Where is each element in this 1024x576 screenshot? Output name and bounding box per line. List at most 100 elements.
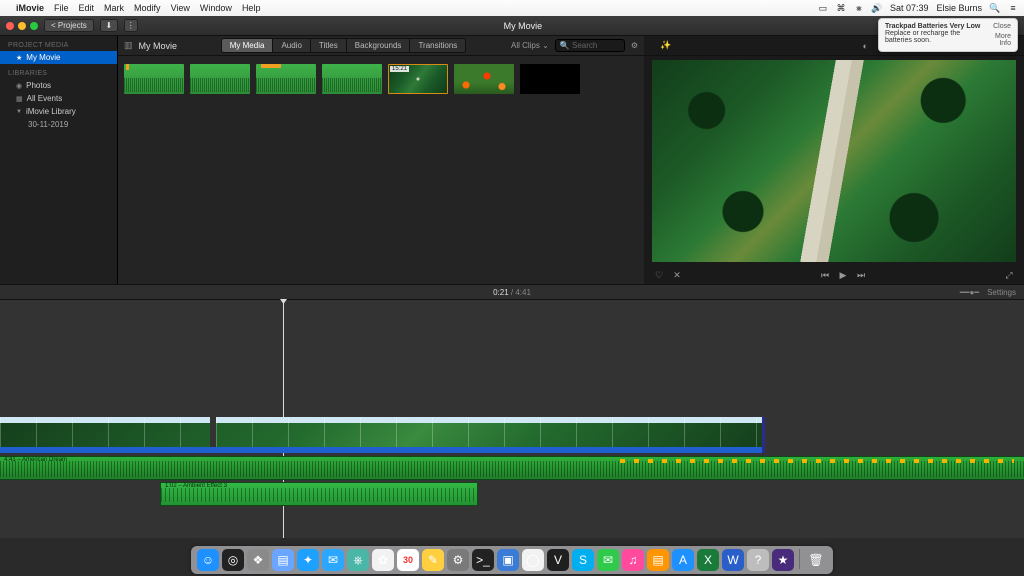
- menu-modify[interactable]: Modify: [134, 3, 161, 13]
- window-title: My Movie: [144, 21, 902, 31]
- spotlight-icon[interactable]: 🔍: [990, 3, 1000, 13]
- wifi-icon[interactable]: ⨳: [854, 3, 864, 13]
- dock-app-imovie[interactable]: ★: [772, 549, 794, 571]
- window-zoom-button[interactable]: [30, 22, 38, 30]
- browser-tabs: My Media Audio Titles Backgrounds Transi…: [177, 38, 511, 53]
- dock-app-itunes[interactable]: ♫: [622, 549, 644, 571]
- dock-app-word[interactable]: W: [722, 549, 744, 571]
- toolbar-extra-button[interactable]: ⋮: [124, 19, 138, 32]
- window-minimize-button[interactable]: [18, 22, 26, 30]
- timeline-header: 0:21 / 4:41 ━━●━ Settings: [0, 284, 1024, 300]
- workspace: Project Media My Movie Libraries Photos …: [0, 36, 1024, 284]
- tab-transitions[interactable]: Transitions: [409, 38, 466, 53]
- tab-backgrounds[interactable]: Backgrounds: [346, 38, 411, 53]
- preview-viewer[interactable]: [652, 60, 1016, 262]
- dock-app-photos[interactable]: ✿: [372, 549, 394, 571]
- clip-audio-3[interactable]: [256, 64, 316, 94]
- menu-mark[interactable]: Mark: [104, 3, 124, 13]
- browser-toolbar: ▥ My Movie My Media Audio Titles Backgro…: [118, 36, 644, 56]
- dock-app-siri[interactable]: ◎: [222, 549, 244, 571]
- dock-app-help[interactable]: ?: [747, 549, 769, 571]
- video-track[interactable]: [0, 417, 762, 447]
- menubar-clock[interactable]: Sat 07:39: [890, 3, 929, 13]
- dock-app-finder[interactable]: ☺: [197, 549, 219, 571]
- dock-app-launchpad[interactable]: ❖: [247, 549, 269, 571]
- dock-trash[interactable]: 🗑: [805, 549, 827, 571]
- search-input[interactable]: 🔍 Search: [555, 39, 625, 52]
- dock-app-preview1[interactable]: ▤: [272, 549, 294, 571]
- menu-window[interactable]: Window: [200, 3, 232, 13]
- timeline-settings-button[interactable]: Settings: [987, 288, 1016, 297]
- browser-settings-icon[interactable]: ⚙: [631, 41, 638, 50]
- clip-audio-1[interactable]: [124, 64, 184, 94]
- window-controls: [6, 22, 38, 30]
- sidebar-item-my-movie[interactable]: My Movie: [0, 51, 117, 64]
- tab-titles[interactable]: Titles: [310, 38, 347, 53]
- menu-help[interactable]: Help: [242, 3, 261, 13]
- prev-clip-button[interactable]: ⏮: [820, 270, 830, 281]
- menu-view[interactable]: View: [171, 3, 190, 13]
- dock-app-appstore[interactable]: A: [672, 549, 694, 571]
- dock-app-skype[interactable]: S: [572, 549, 594, 571]
- browser-title: My Movie: [139, 41, 178, 51]
- sidebar-item-event-date[interactable]: 30-11-2019: [0, 118, 117, 131]
- battery-icon[interactable]: ▭: [818, 3, 828, 13]
- next-clip-button[interactable]: ⏭: [856, 270, 866, 281]
- tab-audio[interactable]: Audio: [272, 38, 310, 53]
- battery-low-notification: Trackpad Batteries Very Low Replace or r…: [878, 18, 1018, 52]
- app-menu[interactable]: iMovie: [16, 3, 44, 13]
- volume-icon[interactable]: 🔊: [872, 3, 882, 13]
- color-balance-icon[interactable]: ◐: [863, 41, 868, 51]
- clip-video-flowers[interactable]: [454, 64, 514, 94]
- clip-video-forest[interactable]: 15:21: [388, 64, 448, 94]
- audio-track-2[interactable]: 1:02 – Ambient Effect 3: [160, 482, 478, 506]
- dock-app-vscode[interactable]: V: [547, 549, 569, 571]
- reject-icon[interactable]: ✕: [672, 270, 682, 281]
- dock-app-terminal[interactable]: >_: [472, 549, 494, 571]
- dock-app-chrome[interactable]: ◯: [522, 549, 544, 571]
- projects-back-button[interactable]: < Projects: [44, 19, 94, 32]
- dock-app-mail[interactable]: ✉: [322, 549, 344, 571]
- play-button[interactable]: ▶: [838, 270, 848, 281]
- playhead-position: 0:21 / 4:41: [493, 288, 531, 297]
- zoom-slider[interactable]: ━━●━: [960, 288, 979, 297]
- dock-app-notes[interactable]: ✎: [422, 549, 444, 571]
- import-button[interactable]: ⬇: [100, 19, 118, 32]
- tab-my-media[interactable]: My Media: [221, 38, 274, 53]
- window-close-button[interactable]: [6, 22, 14, 30]
- dock-app-messages[interactable]: ✉: [597, 549, 619, 571]
- sidebar-item-photos[interactable]: Photos: [0, 79, 117, 92]
- clip-audio-2[interactable]: [190, 64, 250, 94]
- clip-filter-dropdown[interactable]: All Clips ⌄: [511, 41, 549, 50]
- menubar-user[interactable]: Elsie Burns: [936, 3, 982, 13]
- enhance-icon[interactable]: ✨: [660, 40, 671, 51]
- dock-app-excel[interactable]: X: [697, 549, 719, 571]
- notification-moreinfo-button[interactable]: More Info: [987, 33, 1011, 47]
- sidebar: Project Media My Movie Libraries Photos …: [0, 36, 118, 284]
- sidebar-item-all-events[interactable]: All Events: [0, 92, 117, 105]
- clip-black[interactable]: [520, 64, 580, 94]
- notification-center-icon[interactable]: ≡: [1008, 3, 1018, 13]
- menu-edit[interactable]: Edit: [79, 3, 95, 13]
- dock-app-screenshot[interactable]: ▣: [497, 549, 519, 571]
- audio-track-1[interactable]: 4:41 – American Dream: [0, 456, 1024, 480]
- bluetooth-icon[interactable]: ⌘: [836, 3, 846, 13]
- dock-app-systempreferences[interactable]: ⚙: [447, 549, 469, 571]
- sidebar-item-imovie-library[interactable]: iMovie Library: [0, 105, 117, 118]
- notification-body: Replace or recharge the batteries soon.: [885, 30, 987, 44]
- timeline[interactable]: 4:41 – American Dream 1:02 – Ambient Eff…: [0, 300, 1024, 538]
- notification-close-button[interactable]: Close: [987, 23, 1011, 30]
- favorite-icon[interactable]: ♡: [654, 270, 664, 281]
- dock-app-calendar[interactable]: 30: [397, 549, 419, 571]
- dock-app-ibooks[interactable]: ▤: [647, 549, 669, 571]
- browser-list-toggle[interactable]: ▥: [124, 40, 133, 51]
- dock-app-maps[interactable]: ⎈: [347, 549, 369, 571]
- fullscreen-icon[interactable]: ⤢: [1004, 270, 1014, 281]
- preview-controls: ♡ ✕ ⏮ ▶ ⏭ ⤢: [644, 266, 1024, 284]
- sidebar-section-project-media: Project Media: [0, 40, 117, 51]
- notification-title: Trackpad Batteries Very Low: [885, 23, 987, 30]
- menu-file[interactable]: File: [54, 3, 69, 13]
- audio-beat-markers: [620, 459, 1014, 463]
- clip-audio-4[interactable]: [322, 64, 382, 94]
- dock-app-safari[interactable]: ✦: [297, 549, 319, 571]
